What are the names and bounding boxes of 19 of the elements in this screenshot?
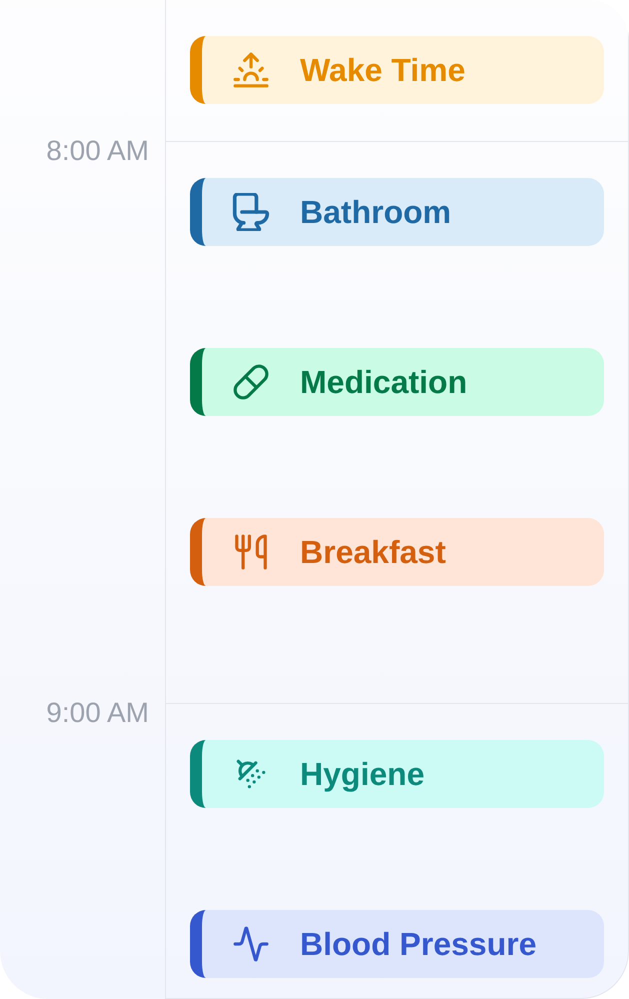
event-title: Hygiene bbox=[300, 755, 424, 793]
event-card[interactable]: Breakfast bbox=[190, 518, 604, 586]
event-card[interactable]: Blood Pressure bbox=[190, 910, 604, 978]
time-label: 9:00 AM bbox=[46, 697, 149, 729]
event-card[interactable]: Medication bbox=[190, 348, 604, 416]
event-title: Blood Pressure bbox=[300, 925, 537, 963]
fork-knife-icon bbox=[232, 533, 270, 571]
pulse-icon bbox=[232, 925, 270, 963]
event-title: Wake Time bbox=[300, 51, 466, 89]
time-label: 8:00 AM bbox=[46, 135, 149, 167]
event-card[interactable]: Hygiene bbox=[190, 740, 604, 808]
event-card[interactable]: Bathroom bbox=[190, 178, 604, 246]
event-card[interactable]: Wake Time bbox=[190, 36, 604, 104]
event-title: Medication bbox=[300, 363, 468, 401]
toilet-icon bbox=[232, 193, 270, 231]
pill-icon bbox=[232, 363, 270, 401]
event-title: Breakfast bbox=[300, 533, 446, 571]
sunrise-icon bbox=[232, 51, 270, 89]
event-title: Bathroom bbox=[300, 193, 452, 231]
